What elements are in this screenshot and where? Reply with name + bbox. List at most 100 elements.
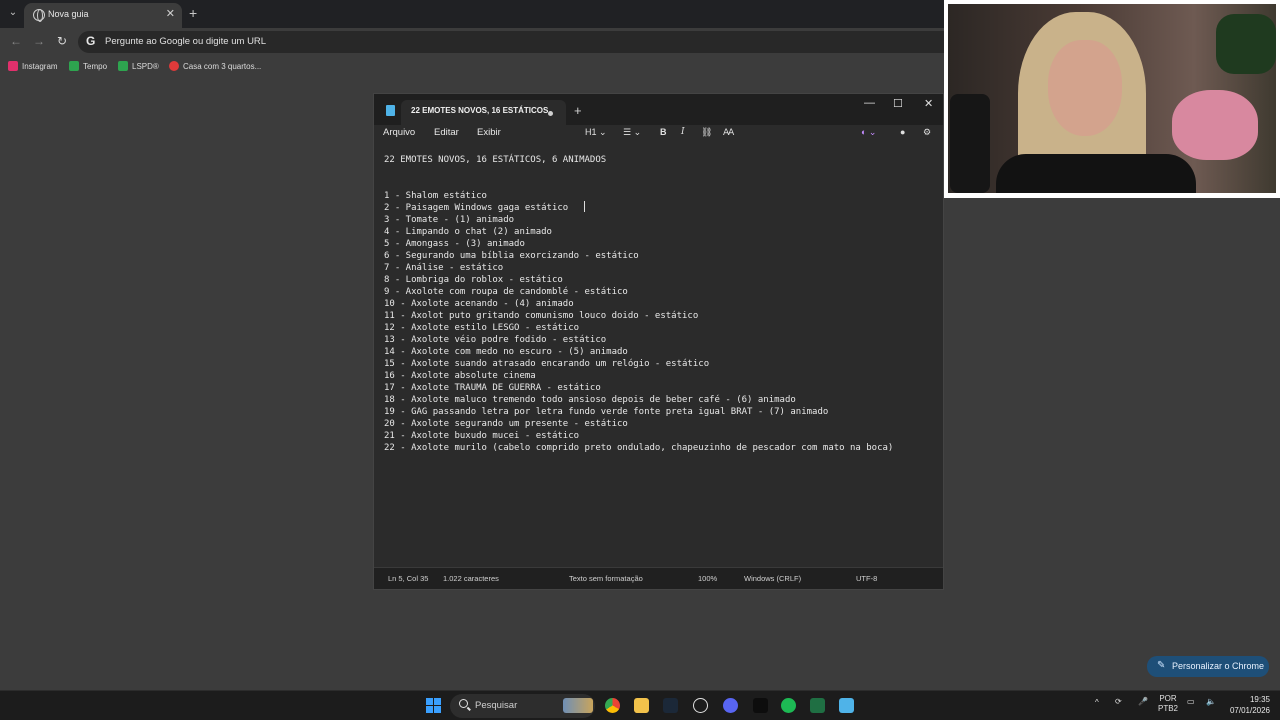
maximize-icon[interactable]: ☐ [893, 97, 903, 110]
globe-icon [33, 9, 45, 22]
airbnb-icon [169, 61, 179, 71]
doc-line: 6 - Segurando uma bíblia exorcizando - e… [384, 251, 639, 261]
doc-line: 12 - Axolote estilo LESGO - estático [384, 323, 580, 333]
speaker-icon[interactable]: 🔈 [1206, 697, 1216, 706]
webcam-overlay [944, 0, 1280, 198]
doc-line: 16 - Axolote absolute cinema [384, 371, 536, 381]
doc-line [384, 166, 933, 190]
new-tab-button[interactable]: + [189, 5, 197, 21]
menu-file[interactable]: Arquivo [383, 127, 415, 138]
search-highlight-icon[interactable] [563, 698, 593, 713]
language-code: POR [1159, 694, 1177, 703]
pink-plush [1172, 90, 1258, 160]
bookmark-tempo[interactable]: Tempo [69, 61, 107, 71]
link-icon[interactable]: ⛓ [701, 127, 712, 138]
doc-line: 4 - Limpando o chat (2) animado [384, 227, 552, 237]
windows-start-icon[interactable] [426, 698, 441, 713]
notepad-taskbar-icon[interactable] [839, 698, 854, 713]
doc-line: 14 - Axolote com medo no escuro - (5) an… [384, 347, 628, 357]
doc-line: 2 - Paisagem Windows gaga estático [384, 203, 569, 213]
sync-icon[interactable]: ⟳ [1115, 697, 1122, 706]
doc-line: 7 - Análise - estático [384, 263, 504, 273]
encoding: UTF-8 [856, 574, 878, 583]
chevron-up-icon[interactable]: ^ [1095, 698, 1099, 707]
doc-line: 9 - Axolote com roupa de candomblé - est… [384, 287, 628, 297]
text-editor[interactable]: 22 EMOTES NOVOS, 16 ESTÁTICOS, 6 ANIMADO… [374, 148, 943, 569]
google-icon: G [86, 34, 96, 48]
search-label: Pesquisar [475, 700, 518, 711]
bookmark-casa[interactable]: Casa com 3 quartos... [169, 61, 261, 71]
menu-edit[interactable]: Editar [434, 127, 459, 138]
bookmark-label: Tempo [83, 62, 108, 71]
bookmark-instagram[interactable]: Instagram [8, 61, 58, 71]
chair [950, 94, 990, 193]
forward-icon[interactable]: → [33, 34, 45, 48]
doc-line: 10 - Axolote acenando - (4) animado [384, 299, 574, 309]
plant [1216, 14, 1276, 74]
date: 07/01/2026 [1229, 706, 1270, 715]
cursor-position: Ln 5, Col 35 [388, 574, 429, 583]
settings-gear-icon[interactable]: ⚙ [923, 127, 931, 138]
notepad-app-icon [386, 105, 395, 116]
copilot-icon[interactable]: ◐ ⌄ [861, 127, 876, 138]
microphone-icon[interactable]: 🎤 [1138, 697, 1148, 706]
notepad-tab[interactable]: 22 EMOTES NOVOS, 16 ESTÁTICOS, [401, 100, 566, 125]
keyboard-layout: PTB2 [1158, 704, 1179, 713]
person-face [1048, 40, 1122, 136]
bookmark-label: Casa com 3 quartos... [183, 62, 262, 71]
text-cursor-icon [581, 201, 587, 212]
doc-line: 1 - Shalom estático [384, 191, 487, 201]
minimize-icon[interactable]: — [864, 97, 875, 109]
clock[interactable]: 19:35 07/01/2026 [1230, 694, 1270, 716]
obs-icon[interactable] [693, 698, 708, 713]
language-indicator[interactable]: POR PTB2 [1158, 694, 1178, 714]
list-icon[interactable]: ☰ ⌄ [623, 127, 641, 138]
tab-title: Nova guia [48, 9, 89, 19]
notepad-titlebar: 22 EMOTES NOVOS, 16 ESTÁTICOS, + — ☐ ✕ [374, 94, 943, 125]
chevron-down-icon: ⌄ [599, 127, 607, 137]
webcam-frame [948, 4, 1276, 193]
bookmark-label: Instagram [22, 62, 58, 71]
doc-line: 15 - Axolote suando atrasado encarando u… [384, 359, 710, 369]
tab-new-tab[interactable]: Nova guia ✕ [24, 3, 182, 28]
file-explorer-icon[interactable] [634, 698, 649, 713]
heading-label: H1 [585, 127, 597, 137]
chrome-icon[interactable] [605, 698, 620, 713]
notepad-tab-title: 22 EMOTES NOVOS, 16 ESTÁTICOS, [411, 106, 551, 115]
taskbar: Pesquisar ^ ⟳ 🎤 POR PTB2 ▭ 🔈 19:35 07/01… [0, 690, 1280, 720]
clear-formatting-icon[interactable]: Ꜳ [723, 127, 734, 138]
doc-line: 22 - Axolote murilo (cabelo comprido pre… [384, 443, 894, 453]
pencil-icon: ✎ [1157, 660, 1166, 671]
notepad-new-tab-button[interactable]: + [574, 103, 582, 118]
steam-icon[interactable] [663, 698, 678, 713]
personalize-chrome-button[interactable]: ✎ Personalizar o Chrome [1147, 656, 1269, 677]
italic-button[interactable]: I [681, 127, 685, 137]
display-icon[interactable]: ▭ [1187, 697, 1195, 706]
person-shirt [996, 154, 1196, 193]
discord-icon[interactable] [723, 698, 738, 713]
close-tab-icon[interactable]: ✕ [166, 7, 175, 20]
doc-line: 18 - Axolote maluco tremendo todo ansios… [384, 395, 796, 405]
excel-icon[interactable] [810, 698, 825, 713]
notepad-statusbar: Ln 5, Col 35 1.022 caracteres Texto sem … [374, 567, 943, 589]
line-ending: Windows (CRLF) [744, 574, 802, 583]
menu-view[interactable]: Exibir [477, 127, 501, 138]
bookmark-lspd[interactable]: LSPD® [118, 61, 159, 71]
search-icon [459, 699, 468, 708]
back-icon[interactable]: ← [10, 34, 22, 48]
spotify-icon[interactable] [781, 698, 796, 713]
plus-icon [118, 61, 128, 71]
notepad-menubar: Arquivo Editar Exibir H1 ⌄ ☰ ⌄ B I ⛓ Ꜳ ◐… [374, 125, 943, 147]
zoom-level[interactable]: 100% [698, 574, 717, 583]
omnibox-placeholder: Pergunte ao Google ou digite um URL [105, 36, 267, 47]
doc-line: 20 - Axolote segurando um presente - est… [384, 419, 628, 429]
bold-button[interactable]: B [660, 127, 667, 137]
heading-dropdown[interactable]: H1 ⌄ [585, 127, 607, 138]
account-icon[interactable]: ● [900, 127, 905, 137]
close-icon[interactable]: ✕ [924, 97, 933, 110]
reload-icon[interactable]: ↻ [57, 34, 67, 48]
bookmark-label: LSPD® [132, 62, 159, 71]
tab-search-chevron-icon[interactable]: ⌄ [5, 5, 21, 21]
capcut-icon[interactable] [753, 698, 768, 713]
doc-line: 5 - Amongass - (3) animado [384, 239, 525, 249]
